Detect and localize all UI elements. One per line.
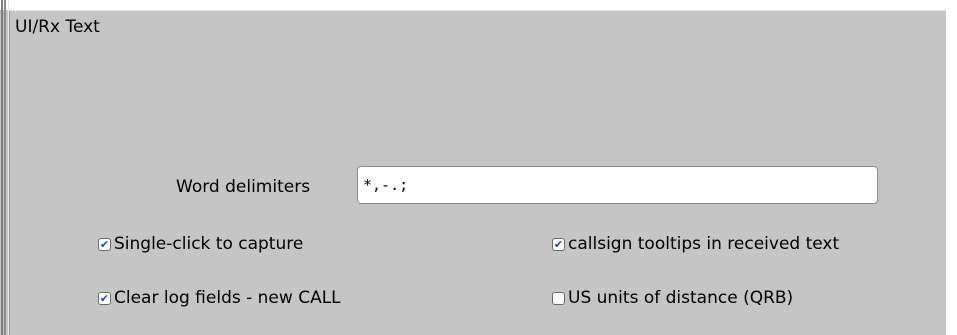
right-margin — [946, 0, 957, 335]
checkbox-box[interactable]: ✔ — [98, 237, 111, 251]
us-units-distance-checkbox[interactable]: US units of distance (QRB) — [552, 287, 793, 309]
checkbox-label: Single-click to capture — [114, 234, 304, 254]
left-divider-inner — [4, 0, 6, 335]
checkbox-label: Clear log fields - new CALL — [114, 288, 341, 308]
callsign-tooltips-checkbox[interactable]: ✔ callsign tooltips in received text — [552, 233, 839, 255]
checkbox-label: callsign tooltips in received text — [568, 234, 840, 254]
settings-panel: UI/Rx Text Word delimiters ✔ Single-clic… — [0, 0, 957, 335]
single-click-capture-checkbox[interactable]: ✔ Single-click to capture — [98, 233, 303, 255]
word-delimiters-input[interactable] — [357, 166, 878, 204]
checkbox-label: US units of distance (QRB) — [568, 288, 794, 308]
checkmark-icon: ✔ — [99, 291, 110, 305]
word-delimiters-label: Word delimiters — [176, 177, 311, 197]
checkmark-icon: ✔ — [553, 237, 564, 251]
checkbox-box[interactable]: ✔ — [98, 291, 111, 305]
left-divider — [1, 0, 3, 335]
checkbox-box[interactable]: ✔ — [552, 237, 565, 251]
checkmark-icon: ✔ — [99, 237, 110, 251]
group-title: UI/Rx Text — [15, 17, 100, 37]
top-margin — [0, 0, 957, 10]
clear-log-fields-checkbox[interactable]: ✔ Clear log fields - new CALL — [98, 287, 341, 309]
checkbox-box[interactable] — [552, 291, 565, 305]
